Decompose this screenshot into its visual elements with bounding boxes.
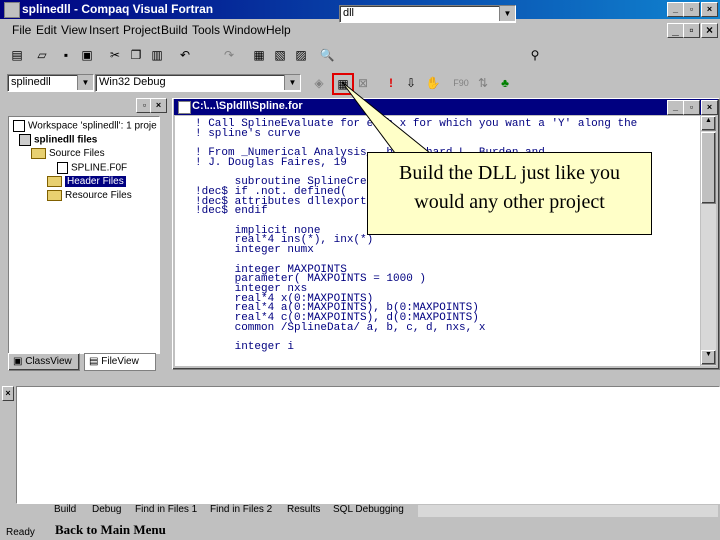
menu-edit[interactable]: Edit bbox=[36, 23, 57, 37]
editor-close-button[interactable]: × bbox=[701, 100, 718, 115]
project-combo[interactable]: splinedll ▼ bbox=[7, 74, 94, 92]
folder-icon bbox=[47, 176, 62, 187]
tree-item-source-files[interactable]: Source Files bbox=[31, 148, 105, 159]
status-bar: Ready Back to Main Menu bbox=[0, 521, 720, 540]
tree-item-project[interactable]: splinedll files bbox=[19, 134, 97, 146]
tree-item-header-files[interactable]: Header Files bbox=[47, 176, 126, 188]
tab-find-in-files-2[interactable]: Find in Files 2 bbox=[210, 504, 272, 515]
new-file-icon[interactable]: ▤ bbox=[8, 46, 26, 64]
build-config-value: Win32 Debug bbox=[99, 76, 166, 88]
fileview-icon: ▤ bbox=[89, 356, 99, 367]
maximize-button[interactable]: ▫ bbox=[683, 2, 700, 17]
menu-view[interactable]: View bbox=[61, 23, 87, 37]
callout-line-1: Build the DLL just like you bbox=[399, 162, 620, 184]
tab-find-in-files-1[interactable]: Find in Files 1 bbox=[135, 504, 197, 515]
doc-restore-button[interactable]: ▫ bbox=[683, 23, 700, 38]
find-in-files-icon[interactable]: 🔍 bbox=[318, 46, 336, 64]
find-icon[interactable]: ⚲ bbox=[526, 46, 544, 64]
save-icon[interactable]: ▪ bbox=[57, 46, 75, 64]
pane-close-button[interactable]: × bbox=[150, 98, 167, 113]
code-line[interactable]: ! J. Douglas Faires, 19 bbox=[195, 157, 347, 169]
workspace-tabs: ▣ ClassView ▤ FileView bbox=[8, 353, 158, 373]
undo-icon[interactable]: ↶ bbox=[176, 46, 194, 64]
tree-item-workspace[interactable]: Workspace 'splinedll': 1 proje bbox=[13, 120, 157, 132]
find-combo[interactable]: dll ▼ bbox=[339, 5, 516, 23]
tab-classview[interactable]: ▣ ClassView bbox=[8, 353, 80, 371]
close-button[interactable]: × bbox=[701, 2, 718, 17]
code-line[interactable]: !dec$ endif bbox=[195, 205, 268, 217]
build-config-combo[interactable]: Win32 Debug ▼ bbox=[95, 74, 301, 92]
compile-icon[interactable]: ◈ bbox=[310, 74, 328, 92]
workspace-icon[interactable]: ▦ bbox=[250, 46, 268, 64]
project-combo-value: splinedll bbox=[11, 76, 51, 88]
output-window-icon[interactable]: ▧ bbox=[271, 46, 289, 64]
menu-build[interactable]: Build bbox=[161, 23, 188, 37]
code-line[interactable]: ! spline's curve bbox=[195, 128, 301, 140]
callout-line-2: would any other project bbox=[414, 191, 605, 213]
callout-box: Build the DLL just like you would any ot… bbox=[367, 152, 652, 235]
paste-icon[interactable]: ▥ bbox=[148, 46, 166, 64]
window-list-icon[interactable]: ▨ bbox=[292, 46, 310, 64]
tree-item-spline-file[interactable]: SPLINE.F0F bbox=[57, 162, 127, 174]
code-line[interactable]: integer i bbox=[195, 341, 294, 353]
tree-icon[interactable]: ♣ bbox=[496, 74, 514, 92]
open-folder-icon[interactable]: ▱ bbox=[33, 46, 51, 64]
save-all-icon[interactable]: ▣ bbox=[78, 46, 96, 64]
window-title: splinedll - Compaq Visual Fortran bbox=[22, 2, 214, 16]
classview-icon: ▣ bbox=[13, 356, 23, 367]
menu-file[interactable]: File bbox=[12, 23, 31, 37]
callout-pointer bbox=[340, 80, 450, 160]
tab-sql-debugging[interactable]: SQL Debugging bbox=[333, 504, 404, 515]
workspace-icon bbox=[13, 120, 25, 132]
chevron-down-icon[interactable]: ▼ bbox=[499, 6, 515, 21]
output-close-button[interactable]: × bbox=[2, 386, 14, 401]
editor-minimize-button[interactable]: _ bbox=[667, 100, 684, 115]
menu-project[interactable]: Project bbox=[123, 23, 160, 37]
chevron-down-icon[interactable]: ▼ bbox=[284, 75, 300, 90]
file-tree: Workspace 'splinedll': 1 proje splinedll… bbox=[8, 116, 160, 354]
cut-icon[interactable]: ✂ bbox=[106, 46, 124, 64]
editor-title: C:\...\Spldll\Spline.for bbox=[192, 100, 303, 112]
tab-results[interactable]: Results bbox=[287, 504, 320, 515]
folder-icon bbox=[47, 190, 62, 201]
output-hscroll[interactable] bbox=[418, 505, 718, 517]
back-to-main-menu-link[interactable]: Back to Main Menu bbox=[55, 522, 166, 538]
doc-close-button[interactable]: × bbox=[701, 23, 718, 38]
app-icon bbox=[4, 2, 20, 18]
doc-minimize-button[interactable]: _ bbox=[667, 23, 684, 38]
menu-help[interactable]: Help bbox=[266, 23, 291, 37]
redo-icon[interactable]: ↷ bbox=[220, 46, 238, 64]
tab-fileview[interactable]: ▤ FileView bbox=[84, 353, 156, 371]
file-icon bbox=[57, 162, 68, 174]
code-line[interactable]: integer numx bbox=[195, 244, 314, 256]
editor-maximize-button[interactable]: ▫ bbox=[683, 100, 700, 115]
chevron-down-icon[interactable]: ▼ bbox=[77, 75, 93, 90]
code-line[interactable]: common /SplineData/ a, b, c, d, nxs, x bbox=[195, 322, 486, 334]
tab-build[interactable]: Build bbox=[54, 504, 76, 515]
status-text: Ready bbox=[6, 527, 35, 538]
find-combo-value: dll bbox=[343, 7, 355, 19]
project-icon bbox=[19, 134, 31, 146]
tab-debug[interactable]: Debug bbox=[92, 504, 121, 515]
scroll-up-button[interactable]: ▲ bbox=[701, 116, 716, 131]
menu-tools[interactable]: Tools bbox=[192, 23, 220, 37]
folder-open-icon bbox=[31, 148, 46, 159]
menu-insert[interactable]: Insert bbox=[89, 23, 119, 37]
scroll-thumb[interactable] bbox=[701, 132, 716, 204]
minimize-button[interactable]: _ bbox=[667, 2, 684, 17]
copy-icon[interactable]: ❐ bbox=[127, 46, 145, 64]
output-tabs: Build Debug Find in Files 1 Find in File… bbox=[18, 504, 718, 520]
tree-item-resource-files[interactable]: Resource Files bbox=[47, 190, 132, 201]
editor-scrollbar[interactable]: ▲ ▼ bbox=[701, 116, 716, 366]
standard-toolbar: ▤ ▱ ▪ ▣ ✂ ❐ ▥ ↶ ↷ ▦ ▧ ▨ 🔍 dll ▼ ⚲ bbox=[0, 5, 720, 68]
doc-icon bbox=[178, 101, 191, 114]
step-icon[interactable]: ⇅ bbox=[474, 74, 492, 92]
scroll-down-button[interactable]: ▼ bbox=[701, 350, 716, 365]
output-text[interactable] bbox=[16, 386, 720, 504]
fort-icon[interactable]: F90 bbox=[452, 74, 470, 92]
menu-window[interactable]: Window bbox=[223, 23, 266, 37]
